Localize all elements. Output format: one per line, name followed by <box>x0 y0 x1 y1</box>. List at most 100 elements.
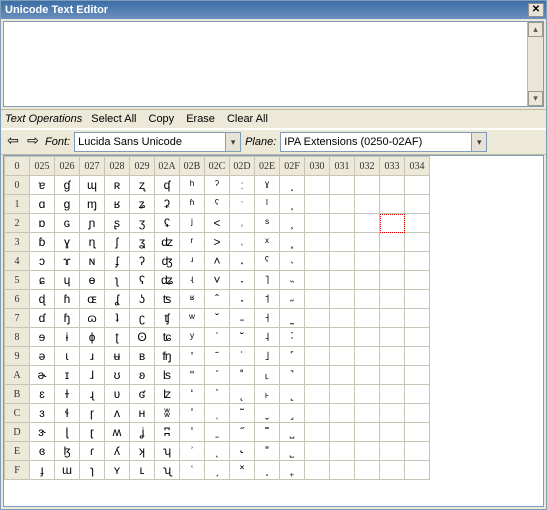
char-cell[interactable]: ɰ <box>80 176 105 195</box>
char-cell[interactable]: ɲ <box>80 214 105 233</box>
char-cell[interactable] <box>380 195 405 214</box>
char-cell[interactable]: ʞ <box>130 442 155 461</box>
char-cell[interactable]: ˤ <box>255 252 280 271</box>
char-cell[interactable]: ʠ <box>155 176 180 195</box>
char-cell[interactable]: ˋ <box>205 385 230 404</box>
char-cell[interactable]: ˚ <box>230 366 255 385</box>
char-cell[interactable]: ʬ <box>155 404 180 423</box>
char-cell[interactable]: ʝ <box>130 423 155 442</box>
next-plane-icon[interactable]: ⇨ <box>25 133 41 151</box>
text-editor-area[interactable]: ▴ ▾ <box>3 21 544 107</box>
char-cell[interactable]: ˰ <box>280 176 305 195</box>
char-cell[interactable] <box>380 176 405 195</box>
char-cell[interactable]: ɭ <box>55 423 80 442</box>
char-cell[interactable]: ˴ <box>280 252 305 271</box>
char-cell[interactable]: ˔ <box>230 252 255 271</box>
char-cell[interactable]: ˊ <box>205 366 230 385</box>
chevron-down-icon[interactable]: ▾ <box>471 133 486 151</box>
char-cell[interactable] <box>330 366 355 385</box>
char-cell[interactable] <box>355 309 380 328</box>
char-cell[interactable]: ˵ <box>280 271 305 290</box>
char-cell[interactable]: ˗ <box>230 309 255 328</box>
char-cell[interactable]: ɸ <box>80 328 105 347</box>
char-cell[interactable] <box>330 309 355 328</box>
char-cell[interactable] <box>330 347 355 366</box>
char-cell[interactable]: ɫ <box>55 385 80 404</box>
char-cell[interactable]: ʁ <box>105 195 130 214</box>
char-cell[interactable]: ɪ <box>55 366 80 385</box>
char-cell[interactable]: ʇ <box>105 309 130 328</box>
char-cell[interactable]: ˄ <box>205 252 230 271</box>
char-cell[interactable] <box>355 442 380 461</box>
char-cell[interactable]: ɔ <box>30 252 55 271</box>
char-cell[interactable] <box>330 290 355 309</box>
char-cell[interactable]: ɠ <box>55 176 80 195</box>
char-cell[interactable]: ʱ <box>180 195 205 214</box>
char-cell[interactable] <box>355 385 380 404</box>
plane-input[interactable] <box>281 133 471 151</box>
char-cell[interactable]: ɤ <box>55 252 80 271</box>
menu-erase[interactable]: Erase <box>183 112 218 126</box>
char-cell[interactable] <box>405 461 430 480</box>
scroll-up-icon[interactable]: ▴ <box>528 22 543 37</box>
char-cell[interactable] <box>355 290 380 309</box>
char-cell[interactable]: ˹ <box>280 347 305 366</box>
char-cell[interactable] <box>305 214 330 233</box>
char-cell[interactable]: ʭ <box>155 423 180 442</box>
char-cell[interactable] <box>305 461 330 480</box>
char-cell[interactable] <box>305 176 330 195</box>
menu-copy[interactable]: Copy <box>146 112 178 126</box>
char-cell[interactable]: ɛ <box>30 385 55 404</box>
char-cell[interactable]: ʪ <box>155 366 180 385</box>
char-cell[interactable]: ʯ <box>155 461 180 480</box>
char-cell[interactable]: ʌ <box>105 404 130 423</box>
char-cell[interactable] <box>405 176 430 195</box>
char-cell[interactable]: ˜ <box>230 404 255 423</box>
char-cell[interactable]: ʵ <box>180 271 205 290</box>
char-cell[interactable] <box>330 252 355 271</box>
char-cell[interactable] <box>355 366 380 385</box>
char-cell[interactable]: ˉ <box>205 347 230 366</box>
char-cell[interactable]: ʋ <box>105 385 130 404</box>
char-cell[interactable]: ʈ <box>105 328 130 347</box>
char-cell[interactable]: ɺ <box>80 366 105 385</box>
char-cell[interactable]: ˪ <box>255 366 280 385</box>
char-cell[interactable]: ʶ <box>180 290 205 309</box>
char-cell[interactable]: ˮ <box>255 442 280 461</box>
char-cell[interactable]: ɱ <box>80 195 105 214</box>
char-cell[interactable]: ˧ <box>255 309 280 328</box>
char-cell[interactable]: ˨ <box>255 328 280 347</box>
char-cell[interactable]: ɕ <box>30 271 55 290</box>
char-cell[interactable] <box>380 309 405 328</box>
char-cell[interactable]: ɢ <box>55 214 80 233</box>
char-cell[interactable]: ʒ <box>130 214 155 233</box>
char-cell[interactable]: ʫ <box>155 385 180 404</box>
char-cell[interactable]: ɗ <box>30 309 55 328</box>
char-cell[interactable]: ˡ <box>255 195 280 214</box>
char-cell[interactable]: ʉ <box>105 347 130 366</box>
char-cell[interactable]: ˁ <box>205 195 230 214</box>
char-cell[interactable] <box>330 233 355 252</box>
char-cell[interactable]: ʊ <box>105 366 130 385</box>
char-cell[interactable]: ɬ <box>55 404 80 423</box>
char-cell[interactable] <box>405 195 430 214</box>
plane-combo[interactable]: ▾ <box>280 132 487 152</box>
char-cell[interactable] <box>380 347 405 366</box>
char-cell[interactable] <box>330 176 355 195</box>
char-cell[interactable] <box>380 404 405 423</box>
char-cell[interactable]: ˸ <box>280 328 305 347</box>
char-cell[interactable]: ʧ <box>155 309 180 328</box>
char-cell[interactable]: ˖ <box>230 290 255 309</box>
char-cell[interactable] <box>330 442 355 461</box>
char-cell[interactable]: ɚ <box>30 366 55 385</box>
char-cell[interactable] <box>405 385 430 404</box>
char-cell[interactable]: ʾ <box>180 442 205 461</box>
char-cell[interactable]: ˢ <box>255 214 280 233</box>
char-cell[interactable]: ɩ <box>55 347 80 366</box>
char-cell[interactable]: ˂ <box>205 214 230 233</box>
char-cell[interactable]: ˽ <box>280 423 305 442</box>
char-cell[interactable] <box>380 366 405 385</box>
char-cell[interactable]: ˝ <box>230 423 255 442</box>
prev-plane-icon[interactable]: ⇦ <box>5 133 21 151</box>
char-cell[interactable] <box>405 252 430 271</box>
